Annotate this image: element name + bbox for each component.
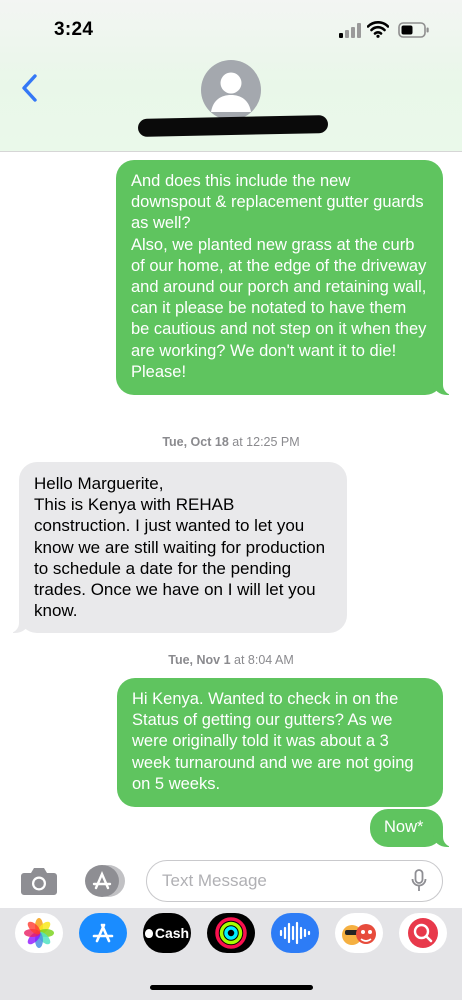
photos-icon [24, 918, 54, 948]
message-timestamp: Tue, Nov 1 at 8:04 AM [0, 653, 462, 667]
message-text: Hi Kenya. Wanted to check in on the Stat… [132, 690, 419, 793]
timestamp-time: at 12:25 PM [232, 435, 300, 449]
photos-app-button[interactable] [15, 913, 63, 953]
apple-logo-icon [144, 928, 153, 938]
person-silhouette-icon [211, 72, 251, 112]
sent-message-bubble[interactable]: Now* [370, 809, 453, 848]
back-button[interactable] [14, 70, 44, 106]
activity-icon [215, 917, 247, 949]
image-search-app-button[interactable] [399, 913, 447, 953]
app-store-icon [85, 865, 125, 897]
app-store-app-button[interactable] [79, 913, 127, 953]
apple-cash-label: Cash [154, 925, 190, 941]
chevron-left-icon [22, 74, 37, 102]
wifi-icon [367, 21, 389, 38]
conversation-header: 3:24 [0, 0, 462, 152]
timestamp-day: Tue, Nov 1 [168, 653, 231, 667]
message-text: Hello Marguerite, This is Kenya with REH… [34, 474, 326, 621]
received-message-bubble[interactable]: Hello Marguerite, This is Kenya with REH… [9, 462, 347, 634]
audio-waveform-icon [279, 921, 311, 945]
audio-message-app-button[interactable] [271, 913, 319, 953]
camera-button[interactable] [20, 866, 58, 896]
message-text: Now* [384, 818, 424, 836]
sent-message-bubble[interactable]: Hi Kenya. Wanted to check in on the Stat… [117, 678, 443, 808]
message-timestamp: Tue, Oct 18 at 12:25 PM [0, 435, 462, 449]
memoji-app-button[interactable] [335, 913, 383, 953]
status-time: 3:24 [54, 19, 94, 40]
apple-cash-app-button[interactable]: Cash [143, 913, 191, 953]
activity-app-button[interactable] [207, 913, 255, 953]
image-search-icon [408, 918, 438, 948]
microphone-icon[interactable] [411, 869, 427, 893]
cellular-signal-icon [339, 23, 361, 38]
message-text: And does this include the new downspout … [131, 172, 427, 381]
home-indicator[interactable] [150, 985, 313, 990]
contact-avatar[interactable] [201, 60, 261, 120]
battery-icon [398, 22, 429, 38]
memoji-icon [342, 924, 376, 945]
timestamp-time: at 8:04 AM [234, 653, 294, 667]
sent-message-bubble[interactable]: And does this include the new downspout … [116, 160, 453, 396]
apps-button[interactable] [82, 864, 126, 898]
message-input[interactable] [146, 860, 443, 902]
app-store-icon [92, 923, 114, 943]
camera-icon [21, 868, 57, 895]
timestamp-day: Tue, Oct 18 [162, 435, 229, 449]
contact-name-redaction[interactable] [137, 115, 329, 137]
